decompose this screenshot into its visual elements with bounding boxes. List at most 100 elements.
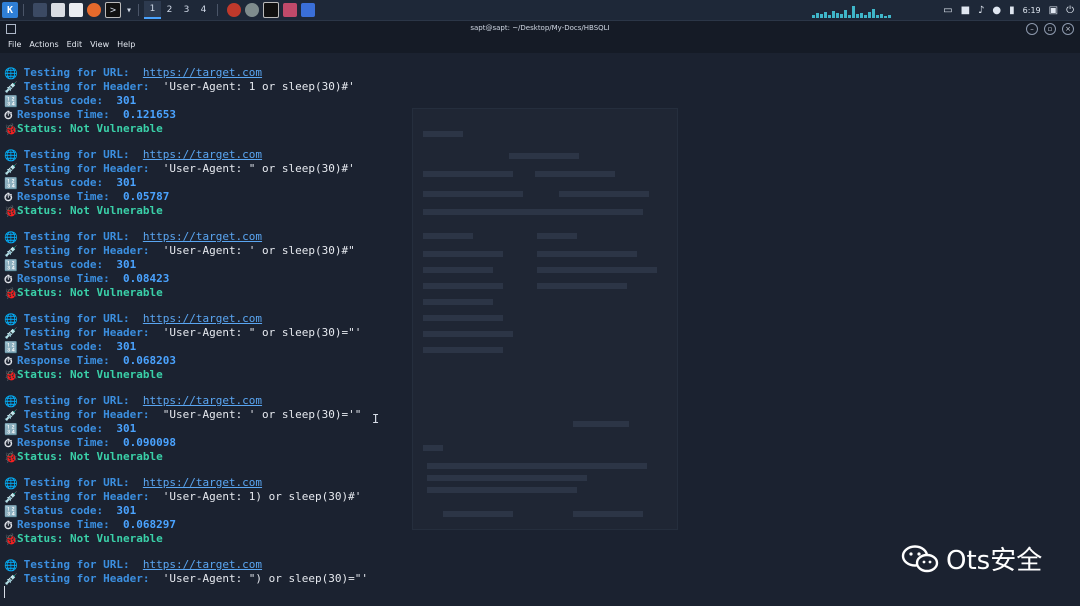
app-window-icon[interactable] <box>227 3 241 17</box>
label-testing-header: Testing for Header: <box>23 244 150 257</box>
syringe-icon: 💉 <box>4 409 18 422</box>
syringe-icon: 💉 <box>4 245 18 258</box>
globe-icon: 🌐 <box>4 67 18 80</box>
app-window-icon[interactable] <box>245 3 259 17</box>
app-window-icon[interactable] <box>301 3 315 17</box>
response-time-value: 0.05787 <box>122 190 170 203</box>
battery-icon[interactable]: ▮ <box>1009 5 1015 16</box>
menu-bar: File Actions Edit View Help <box>0 36 1080 53</box>
label-testing-url: Testing for URL: <box>23 230 130 243</box>
minimize-icon[interactable]: – <box>1026 23 1038 35</box>
header-payload: 'User-Agent: " or sleep(30)="' <box>162 326 362 339</box>
volume-icon[interactable]: ♪ <box>978 5 984 16</box>
workspace-1[interactable]: 1 <box>144 1 161 19</box>
monitor-icon[interactable]: ▭ <box>943 5 952 16</box>
label-status-code: Status code: <box>23 176 104 189</box>
numbers-icon: 🔢 <box>4 259 18 272</box>
result-url-line: 🌐 Testing for URL: https://target.com <box>4 476 262 490</box>
header-payload: 'User-Agent: ") or sleep(30)="' <box>162 572 369 585</box>
status-value: Not Vulnerable <box>69 532 163 545</box>
response-time-value: 0.08423 <box>122 272 170 285</box>
close-icon[interactable]: × <box>1062 23 1074 35</box>
workspace-2[interactable]: 2 <box>161 1 178 19</box>
url-link[interactable]: https://target.com <box>143 558 262 571</box>
globe-icon: 🌐 <box>4 149 18 162</box>
result-url-line: 🌐 Testing for URL: https://target.com <box>4 312 262 326</box>
result-status-code-line: 🔢 Status code: 301 <box>4 340 136 354</box>
menu-file[interactable]: File <box>8 40 21 49</box>
lock-icon[interactable]: ▣ <box>1049 5 1058 16</box>
menu-help[interactable]: Help <box>117 40 135 49</box>
app-window-icon[interactable] <box>283 3 297 17</box>
result-response-time-line: ⏱ Response Time: 0.090098 <box>4 436 176 450</box>
menu-view[interactable]: View <box>90 40 109 49</box>
label-status-code: Status code: <box>23 258 104 271</box>
system-tray: ▭ ■ ♪ ● ▮ 6:19 ▣ ⏻ <box>943 2 1074 18</box>
label-testing-url: Testing for URL: <box>23 558 130 571</box>
terminal-window-icon[interactable] <box>263 2 279 18</box>
chevron-down-icon[interactable]: ▾ <box>125 3 133 17</box>
result-url-line: 🌐 Testing for URL: https://target.com <box>4 394 262 408</box>
label-response-time: Response Time: <box>17 272 110 285</box>
menu-actions[interactable]: Actions <box>29 40 58 49</box>
label-testing-header: Testing for Header: <box>23 490 150 503</box>
result-status-code-line: 🔢 Status code: 301 <box>4 422 136 436</box>
globe-icon: 🌐 <box>4 559 18 572</box>
stopwatch-icon: ⏱ <box>4 437 13 450</box>
result-response-time-line: ⏱ Response Time: 0.121653 <box>4 108 176 122</box>
label-testing-url: Testing for URL: <box>23 148 130 161</box>
label-status: Status: <box>17 122 64 135</box>
label-response-time: Response Time: <box>17 190 110 203</box>
top-panel: K > ▾ 1 2 3 4 ▭ ■ ♪ ● ▮ 6:19 ▣ ⏻ <box>0 0 1080 21</box>
label-status-code: Status code: <box>23 504 104 517</box>
url-link[interactable]: https://target.com <box>143 312 262 325</box>
status-code-value: 301 <box>116 504 137 517</box>
response-time-value: 0.121653 <box>122 108 176 121</box>
label-testing-header: Testing for Header: <box>23 80 150 93</box>
camera-icon[interactable]: ■ <box>961 5 970 16</box>
result-response-time-line: ⏱ Response Time: 0.068203 <box>4 354 176 368</box>
syringe-icon: 💉 <box>4 327 18 340</box>
stopwatch-icon: ⏱ <box>4 191 13 204</box>
label-testing-header: Testing for Header: <box>23 572 150 585</box>
response-time-value: 0.068297 <box>122 518 176 531</box>
text-editor-icon[interactable] <box>69 3 83 17</box>
url-link[interactable]: https://target.com <box>143 230 262 243</box>
result-status-code-line: 🔢 Status code: 301 <box>4 94 136 108</box>
result-header-line: 💉 Testing for Header: 'User-Agent: 1 or … <box>4 80 355 94</box>
window-controls: – ▫ × <box>1026 23 1074 35</box>
power-icon[interactable]: ⏻ <box>1066 5 1074 16</box>
label-testing-url: Testing for URL: <box>23 66 130 79</box>
desktop-icon[interactable] <box>33 3 47 17</box>
syringe-icon: 💉 <box>4 491 18 504</box>
bell-icon[interactable]: ● <box>992 5 1001 16</box>
maximize-icon[interactable]: ▫ <box>1044 23 1056 35</box>
result-status-line: 🐞Status: Not Vulnerable <box>4 532 163 546</box>
file-manager-icon[interactable] <box>51 3 65 17</box>
firefox-icon[interactable] <box>87 3 101 17</box>
url-link[interactable]: https://target.com <box>143 394 262 407</box>
label-response-time: Response Time: <box>17 518 110 531</box>
url-link[interactable]: https://target.com <box>143 66 262 79</box>
kali-menu-icon[interactable]: K <box>2 2 18 18</box>
header-payload: 'User-Agent: ' or sleep(30)#" <box>162 244 355 257</box>
menu-edit[interactable]: Edit <box>67 40 83 49</box>
result-status-code-line: 🔢 Status code: 301 <box>4 504 137 518</box>
terminal-icon[interactable]: > <box>105 2 121 18</box>
label-testing-header: Testing for Header: <box>23 162 150 175</box>
label-status: Status: <box>17 532 64 545</box>
result-header-line: 💉 Testing for Header: 'User-Agent: ") or… <box>4 572 369 586</box>
result-status-line: 🐞Status: Not Vulnerable <box>4 450 163 464</box>
response-time-value: 0.068203 <box>122 354 176 367</box>
clock[interactable]: 6:19 <box>1023 6 1041 15</box>
url-link[interactable]: https://target.com <box>143 148 262 161</box>
workspace-4[interactable]: 4 <box>195 1 212 19</box>
result-status-line: 🐞Status: Not Vulnerable <box>4 368 163 382</box>
status-code-value: 301 <box>116 258 137 271</box>
cpu-graph <box>812 4 912 18</box>
workspace-3[interactable]: 3 <box>178 1 195 19</box>
terminal-output[interactable]: 🌐 Testing for URL: https://target.com 💉 … <box>4 66 804 606</box>
url-link[interactable]: https://target.com <box>143 476 262 489</box>
mouse-ibeam-cursor: I <box>372 412 380 426</box>
stopwatch-icon: ⏱ <box>4 273 13 286</box>
